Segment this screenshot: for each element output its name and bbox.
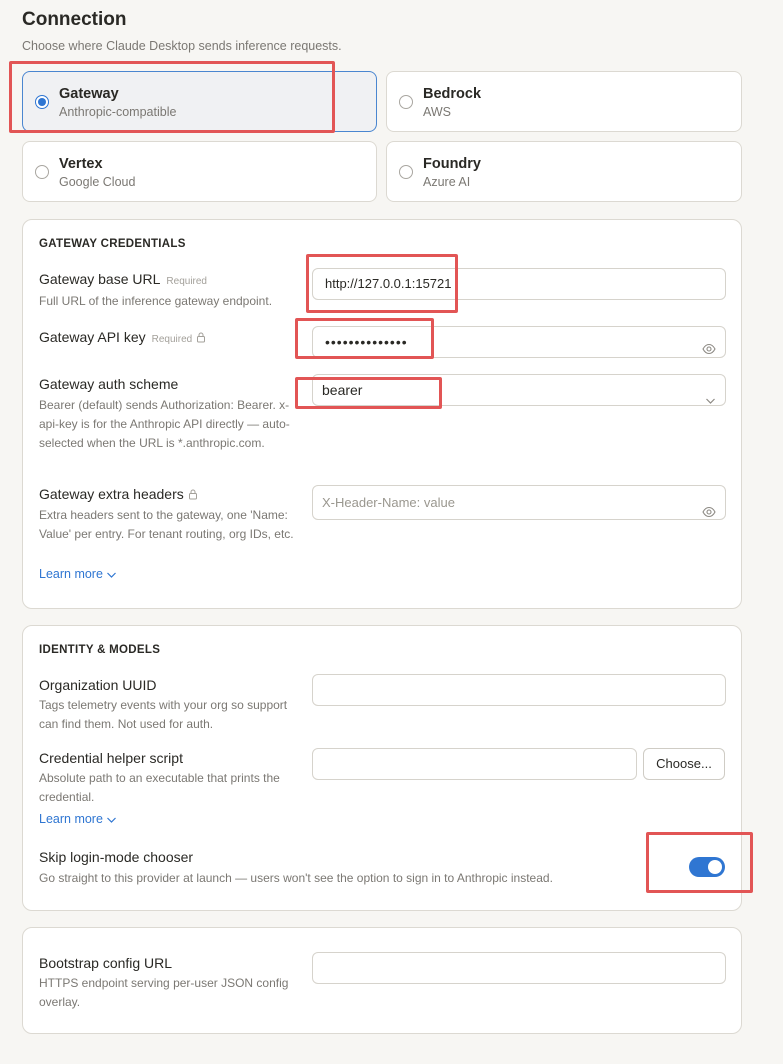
- field-label-bootstrap-url: Bootstrap config URL: [39, 955, 173, 971]
- skip-login-toggle[interactable]: [689, 857, 725, 877]
- base-url-input[interactable]: http://127.0.0.1:15721: [312, 268, 726, 300]
- radio-foundry[interactable]: [399, 165, 413, 179]
- provider-card-foundry[interactable]: Foundry Azure AI: [386, 141, 742, 202]
- provider-desc: Anthropic-compatible: [59, 105, 177, 119]
- api-key-input[interactable]: ••••••••••••••: [312, 326, 726, 358]
- required-tag: Required: [151, 334, 193, 345]
- required-tag: Required: [166, 276, 207, 287]
- org-uuid-input[interactable]: [312, 674, 726, 706]
- provider-card-gateway[interactable]: Gateway Anthropic-compatible: [22, 71, 377, 132]
- field-label-helper-script: Credential helper script: [39, 750, 183, 766]
- help-helper-script: Absolute path to an executable that prin…: [39, 771, 280, 804]
- learn-more-link[interactable]: Learn more: [39, 567, 117, 581]
- label-text: Gateway API key: [39, 329, 146, 345]
- choose-button[interactable]: Choose...: [643, 748, 725, 780]
- chevron-down-icon: [705, 385, 716, 415]
- provider-desc: AWS: [423, 105, 452, 119]
- lock-icon: [188, 487, 198, 503]
- section-title: GATEWAY CREDENTIALS: [39, 238, 186, 250]
- field-label-auth-scheme: Gateway auth scheme: [39, 376, 179, 392]
- chevron-down-icon: [107, 572, 116, 578]
- provider-name: Foundry: [423, 156, 481, 172]
- provider-name: Gateway: [59, 86, 119, 102]
- extra-headers-input[interactable]: X-Header-Name: value: [312, 485, 726, 520]
- connection-settings-page: Connection Choose where Claude Desktop s…: [0, 0, 783, 1064]
- provider-name: Vertex: [59, 156, 103, 172]
- provider-card-vertex[interactable]: Vertex Google Cloud: [22, 141, 377, 202]
- field-label-extra-headers: Gateway extra headers: [39, 486, 198, 503]
- learn-more-link[interactable]: Learn more: [39, 812, 117, 826]
- helper-script-input[interactable]: [312, 748, 637, 780]
- help-skip-login: Go straight to this provider at launch —…: [39, 871, 553, 885]
- field-label-skip-login: Skip login-mode chooser: [39, 849, 194, 865]
- bootstrap-url-input[interactable]: [312, 952, 726, 984]
- label-text: Gateway extra headers: [39, 486, 184, 502]
- provider-desc: Google Cloud: [59, 175, 136, 189]
- provider-desc: Azure AI: [423, 175, 471, 189]
- page-subtitle: Choose where Claude Desktop sends infere…: [22, 39, 342, 53]
- chevron-down-icon: [107, 817, 116, 823]
- section-title: IDENTITY & MODELS: [39, 644, 161, 656]
- radio-vertex[interactable]: [35, 165, 49, 179]
- label-text: Gateway base URL: [39, 271, 161, 287]
- field-label-api-key: Gateway API key Required: [39, 329, 206, 346]
- field-label-base-url: Gateway base URL Required: [39, 271, 207, 287]
- lock-icon: [196, 330, 206, 346]
- auth-scheme-value: bearer: [322, 382, 363, 398]
- gateway-credentials-card: GATEWAY CREDENTIALS Gateway base URL Requ…: [22, 219, 742, 609]
- auth-scheme-select[interactable]: bearer: [312, 374, 726, 406]
- page-title: Connection: [22, 9, 127, 30]
- help-bootstrap-url: HTTPS endpoint serving per-user JSON con…: [39, 976, 289, 1009]
- api-key-masked-value: ••••••••••••••: [325, 334, 408, 350]
- eye-icon[interactable]: [702, 336, 716, 366]
- learn-more-text: Learn more: [39, 812, 103, 826]
- learn-more-text: Learn more: [39, 567, 103, 581]
- provider-card-bedrock[interactable]: Bedrock AWS: [386, 71, 742, 132]
- field-label-org-uuid: Organization UUID: [39, 677, 157, 693]
- help-org-uuid: Tags telemetry events with your org so s…: [39, 698, 288, 731]
- help-extra-headers: Extra headers sent to the gateway, one '…: [39, 508, 294, 541]
- provider-name: Bedrock: [423, 86, 482, 102]
- identity-models-card: IDENTITY & MODELS Organization UUID Tags…: [22, 625, 742, 911]
- eye-icon[interactable]: [702, 497, 716, 530]
- help-base-url: Full URL of the inference gateway endpoi…: [39, 294, 273, 308]
- radio-gateway[interactable]: [35, 95, 49, 109]
- radio-bedrock[interactable]: [399, 95, 413, 109]
- extra-headers-placeholder: X-Header-Name: value: [322, 495, 455, 510]
- bootstrap-card: Bootstrap config URL HTTPS endpoint serv…: [22, 927, 742, 1034]
- help-auth-scheme: Bearer (default) sends Authorization: Be…: [39, 398, 290, 450]
